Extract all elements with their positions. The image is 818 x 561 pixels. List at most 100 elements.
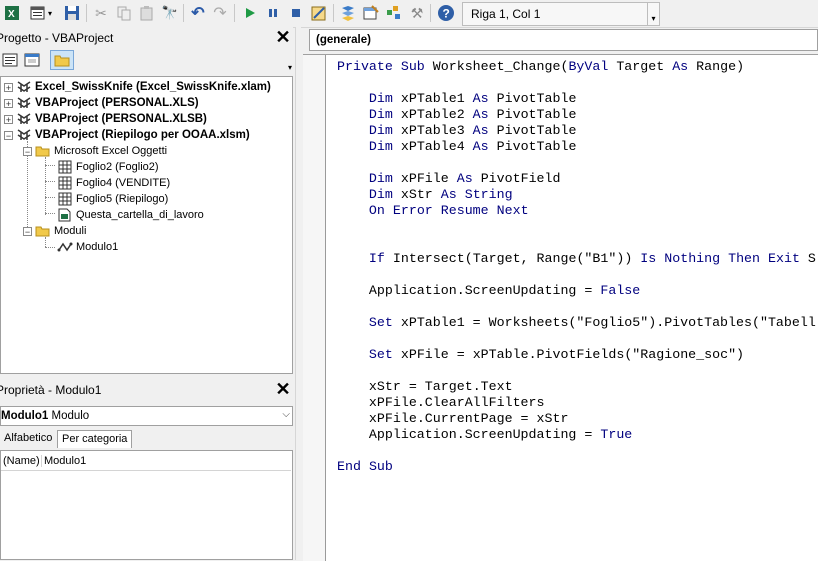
code-line[interactable] bbox=[337, 155, 816, 171]
toolbar-options-icon[interactable]: ▾ bbox=[647, 3, 659, 25]
close-icon[interactable]: ✕ bbox=[273, 27, 293, 48]
code-line[interactable]: End Sub bbox=[337, 459, 816, 475]
tree-item-project[interactable]: + VBAProject (PERSONAL.XLS) bbox=[4, 95, 199, 111]
tree-item-workbook[interactable]: Questa_cartella_di_lavoro bbox=[57, 207, 204, 223]
excel-icon[interactable]: X bbox=[2, 3, 22, 23]
view-code-icon[interactable] bbox=[0, 51, 20, 69]
code-line[interactable]: Private Sub Worksheet_Change(ByVal Targe… bbox=[337, 59, 816, 75]
tree-item-sheet[interactable]: Foglio4 (VENDITE) bbox=[57, 175, 170, 191]
cursor-position-status: Riga 1, Col 1 ▾ bbox=[462, 2, 660, 26]
tab-alfabetico[interactable]: Alfabetico bbox=[0, 430, 56, 448]
object-name: Modulo1 bbox=[1, 410, 49, 422]
tree-item-label: Questa_cartella_di_lavoro bbox=[76, 209, 204, 221]
tree-item-folder[interactable]: − Microsoft Excel Oggetti bbox=[23, 143, 167, 159]
redo-icon[interactable]: ↷ bbox=[210, 3, 230, 23]
tree-item-label: Microsoft Excel Oggetti bbox=[54, 145, 168, 157]
code-line[interactable]: Application.ScreenUpdating = False bbox=[337, 283, 816, 299]
code-line[interactable] bbox=[337, 267, 816, 283]
code-line[interactable] bbox=[337, 219, 816, 235]
expand-icon[interactable]: + bbox=[4, 114, 13, 124]
pause-icon[interactable] bbox=[263, 3, 283, 23]
panel-toolbar-options-icon[interactable]: ▾ bbox=[285, 48, 295, 72]
tree-item-folder[interactable]: − Moduli bbox=[23, 223, 86, 239]
chevron-down-icon[interactable]: ⌵ bbox=[282, 409, 290, 420]
code-line[interactable]: Dim xPTable4 As PivotTable bbox=[337, 139, 816, 155]
properties-window-icon[interactable] bbox=[361, 3, 381, 23]
tab-per-categoria[interactable]: Per categoria bbox=[57, 430, 133, 448]
code-line[interactable]: Dim xPFile As PivotField bbox=[337, 171, 816, 187]
object-browser-icon[interactable] bbox=[384, 3, 404, 23]
view-object-icon[interactable] bbox=[22, 51, 42, 69]
code-line[interactable]: Application.ScreenUpdating = True bbox=[337, 427, 816, 443]
expand-icon[interactable]: + bbox=[4, 98, 13, 108]
toolbox-icon[interactable]: ⚒ bbox=[407, 3, 427, 23]
save-icon[interactable] bbox=[62, 3, 82, 23]
properties-object-select[interactable]: Modulo1 Modulo ⌵ bbox=[0, 406, 293, 426]
code-line[interactable]: Dim xPTable1 As PivotTable bbox=[337, 91, 816, 107]
project-explorer-icon[interactable] bbox=[338, 3, 358, 23]
properties-tabs: Alfabetico Per categoria bbox=[0, 430, 293, 450]
code-line[interactable]: Dim xPTable2 As PivotTable bbox=[337, 107, 816, 123]
property-value[interactable]: Modulo1 bbox=[41, 455, 86, 467]
undo-icon[interactable]: ↶ bbox=[188, 3, 208, 23]
code-line[interactable] bbox=[337, 363, 816, 379]
project-panel-toolbar: ▾ bbox=[0, 48, 295, 74]
folder-open-icon bbox=[35, 226, 50, 237]
vba-project-icon bbox=[17, 113, 31, 124]
find-icon[interactable]: 🔭 bbox=[160, 3, 180, 23]
help-icon[interactable]: ? bbox=[436, 3, 456, 23]
code-editor[interactable]: Private Sub Worksheet_Change(ByVal Targe… bbox=[303, 54, 818, 561]
tree-item-project[interactable]: − VBAProject (Riepilogo per OOAA.xlsm) bbox=[4, 127, 250, 143]
cut-icon[interactable]: ✂ bbox=[91, 3, 111, 23]
design-mode-icon[interactable] bbox=[309, 3, 329, 23]
code-line[interactable]: Dim xStr As String bbox=[337, 187, 816, 203]
panel-splitter[interactable] bbox=[295, 27, 301, 560]
tree-item-label: Moduli bbox=[54, 225, 87, 237]
worksheet-icon bbox=[58, 160, 72, 174]
code-line[interactable] bbox=[337, 443, 816, 459]
collapse-icon[interactable]: − bbox=[23, 226, 32, 236]
tree-item-project[interactable]: + Excel_SwissKnife (Excel_SwissKnife.xla… bbox=[4, 79, 271, 95]
code-line[interactable]: xPFile.ClearAllFilters bbox=[337, 395, 816, 411]
copy-icon[interactable] bbox=[114, 3, 134, 23]
tree-item-label: Foglio2 (Foglio2) bbox=[76, 161, 159, 173]
tree-item-label: Foglio5 (Riepilogo) bbox=[76, 193, 169, 205]
vba-project-icon bbox=[17, 97, 31, 108]
code-line[interactable]: If Intersect(Target, Range("B1")) Is Not… bbox=[337, 251, 816, 267]
tree-item-project[interactable]: + VBAProject (PERSONAL.XLSB) bbox=[4, 111, 207, 127]
standard-toolbar: X ▾ ✂ 🔭 ↶ ↷ ⚒ ? Riga 1, Col 1 ▾ bbox=[0, 0, 818, 28]
tree-item-label: VBAProject (PERSONAL.XLS) bbox=[35, 97, 199, 109]
run-icon[interactable] bbox=[240, 3, 260, 23]
toggle-folders-icon[interactable] bbox=[50, 50, 74, 70]
code-line[interactable]: On Error Resume Next bbox=[337, 203, 816, 219]
properties-panel-titlebar: Proprietà - Modulo1 ✕ bbox=[0, 379, 293, 401]
code-line[interactable] bbox=[337, 299, 816, 315]
stop-icon[interactable] bbox=[286, 3, 306, 23]
paste-icon[interactable] bbox=[137, 3, 157, 23]
tree-item-module[interactable]: Modulo1 bbox=[57, 239, 118, 255]
code-line[interactable]: Set xPFile = xPTable.PivotFields("Ragion… bbox=[337, 347, 816, 363]
collapse-icon[interactable]: − bbox=[23, 146, 32, 156]
properties-grid: (Name) Modulo1 bbox=[0, 450, 293, 560]
code-line[interactable] bbox=[337, 331, 816, 347]
folder-open-icon bbox=[35, 146, 50, 157]
code-line[interactable]: xPFile.CurrentPage = xStr bbox=[337, 411, 816, 427]
close-icon[interactable]: ✕ bbox=[273, 379, 293, 400]
tree-item-sheet[interactable]: Foglio5 (Riepilogo) bbox=[57, 191, 168, 207]
code-line[interactable]: Set xPTable1 = Worksheets("Foglio5").Piv… bbox=[337, 315, 816, 331]
svg-text:X: X bbox=[8, 9, 15, 20]
object-select[interactable]: (generale) bbox=[309, 29, 818, 51]
margin-indicator-bar[interactable] bbox=[303, 55, 326, 561]
code-line[interactable] bbox=[337, 235, 816, 251]
code-line[interactable] bbox=[337, 75, 816, 91]
code-line[interactable]: xStr = Target.Text bbox=[337, 379, 816, 395]
worksheet-icon bbox=[58, 176, 72, 190]
chevron-down-icon[interactable]: ▾ bbox=[44, 3, 56, 23]
tree-item-sheet[interactable]: Foglio2 (Foglio2) bbox=[57, 159, 159, 175]
project-panel-titlebar: Progetto - VBAProject ✕ bbox=[0, 27, 293, 48]
property-row[interactable]: (Name) Modulo1 bbox=[1, 454, 291, 471]
code-line[interactable]: Dim xPTable3 As PivotTable bbox=[337, 123, 816, 139]
expand-icon[interactable]: + bbox=[4, 82, 13, 92]
collapse-icon[interactable]: − bbox=[4, 130, 13, 140]
code-text[interactable]: Private Sub Worksheet_Change(ByVal Targe… bbox=[337, 59, 816, 475]
